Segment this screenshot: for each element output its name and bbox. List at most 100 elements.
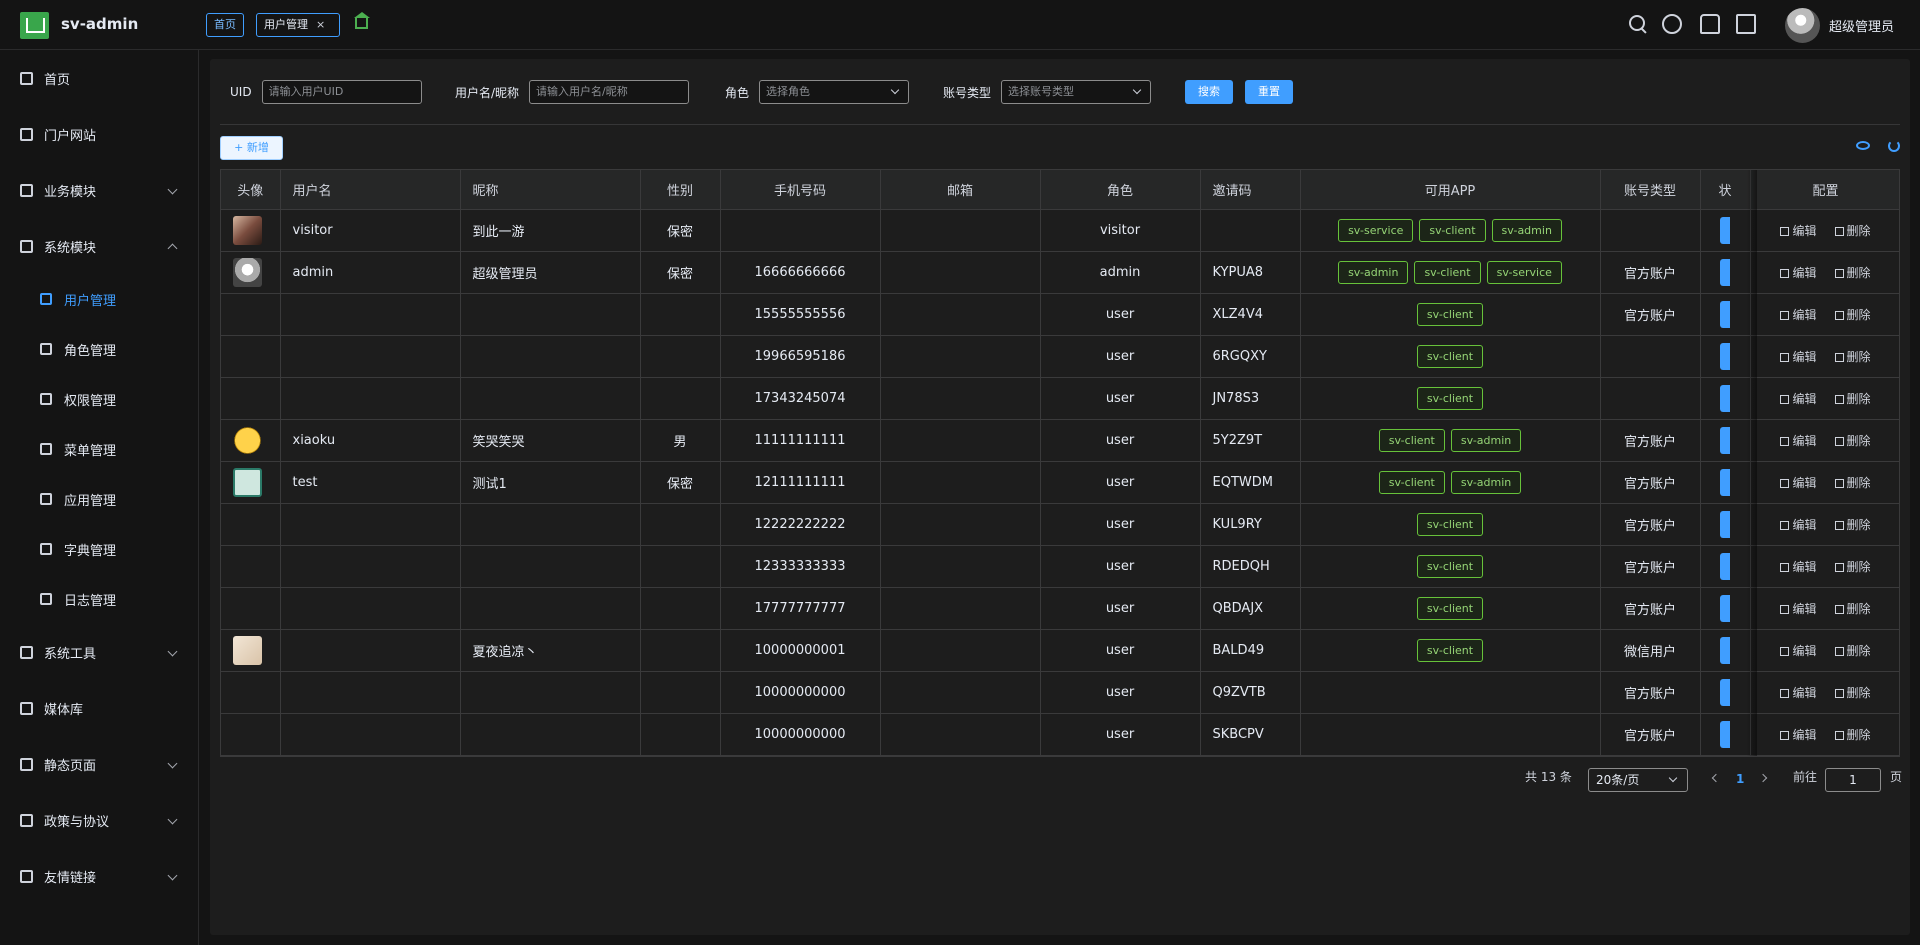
edit-icon <box>1780 604 1790 614</box>
status-switch[interactable] <box>1720 384 1730 412</box>
delete-button[interactable]: 删除 <box>1834 264 1871 281</box>
delete-button[interactable]: 删除 <box>1834 726 1871 743</box>
phone: 10000000001 <box>754 642 846 658</box>
edit-label: 编辑 <box>1792 307 1817 322</box>
table-header-cell: 邮箱 <box>880 170 1041 210</box>
status-switch[interactable] <box>1720 552 1730 580</box>
table-cell <box>1600 209 1701 252</box>
sidebar-item-links[interactable]: 友情链接 <box>0 848 198 904</box>
delete-button[interactable]: 删除 <box>1834 474 1871 491</box>
status-switch[interactable] <box>1720 468 1730 496</box>
edit-button[interactable]: 编辑 <box>1780 390 1817 407</box>
sidebar-subitem-dictionary[interactable]: 字典管理 <box>0 524 198 574</box>
role-select[interactable]: 选择角色 <box>759 80 910 104</box>
fullscreen-icon[interactable] <box>1736 14 1756 34</box>
delete-button[interactable]: 删除 <box>1834 306 1871 323</box>
current-user-name[interactable]: 超级管理员 <box>1829 16 1894 35</box>
edit-button[interactable]: 编辑 <box>1780 558 1817 575</box>
app-tag: sv-client <box>1416 386 1484 410</box>
sidebar-subitem-roles[interactable]: 角色管理 <box>0 324 198 374</box>
status-switch[interactable] <box>1720 510 1730 538</box>
edit-button[interactable]: 编辑 <box>1780 642 1817 659</box>
delete-button[interactable]: 删除 <box>1834 348 1871 365</box>
delete-button[interactable]: 删除 <box>1834 222 1871 239</box>
sidebar-item-business[interactable]: 业务模块 <box>0 162 198 218</box>
delete-label: 删除 <box>1846 727 1871 742</box>
delete-button[interactable]: 删除 <box>1834 558 1871 575</box>
table-cell: user <box>1040 503 1201 546</box>
edit-button[interactable]: 编辑 <box>1780 348 1817 365</box>
page-size-select[interactable]: 20条/页 <box>1588 768 1688 792</box>
status-switch[interactable] <box>1720 720 1730 748</box>
prev-page-icon[interactable] <box>1711 773 1721 783</box>
account-type-select[interactable]: 选择账号类型 <box>1001 80 1152 104</box>
status-switch[interactable] <box>1720 300 1730 328</box>
status-switch[interactable] <box>1720 216 1730 244</box>
edit-button[interactable]: 编辑 <box>1780 516 1817 533</box>
edit-button[interactable]: 编辑 <box>1780 684 1817 701</box>
delete-button[interactable]: 删除 <box>1834 390 1871 407</box>
next-page-icon[interactable] <box>1758 773 1768 783</box>
eye-icon[interactable] <box>1856 141 1870 150</box>
search-button[interactable]: 搜索 <box>1185 80 1233 104</box>
table-cell: 16666666666 <box>720 251 881 294</box>
table-cell <box>221 251 281 294</box>
status-switch[interactable] <box>1720 678 1730 706</box>
status-switch[interactable] <box>1720 342 1730 370</box>
edit-button[interactable]: 编辑 <box>1780 264 1817 281</box>
uid-input[interactable]: 请输入用户UID <box>261 80 422 104</box>
sidebar-item-tools[interactable]: 系统工具 <box>0 624 198 680</box>
status-switch[interactable] <box>1720 594 1730 622</box>
delete-button[interactable]: 删除 <box>1834 600 1871 617</box>
sidebar-subitem-apps[interactable]: 应用管理 <box>0 474 198 524</box>
sidebar-item-media[interactable]: 媒体库 <box>0 680 198 736</box>
table-cell: 12333333333 <box>720 545 881 588</box>
goto-page-input[interactable]: 1 <box>1825 768 1881 792</box>
avatar[interactable] <box>1785 8 1820 43</box>
sidebar-item-home[interactable]: 首页 <box>0 50 198 106</box>
github-icon[interactable] <box>1662 14 1682 34</box>
delete-button[interactable]: 删除 <box>1834 432 1871 449</box>
table-cell <box>1600 377 1701 420</box>
home-icon[interactable] <box>354 12 370 29</box>
theme-shirt-icon[interactable] <box>1700 14 1720 34</box>
app-tag: sv-service <box>1486 260 1562 284</box>
edit-button[interactable]: 编辑 <box>1780 726 1817 743</box>
sidebar-subitem-menus[interactable]: 菜单管理 <box>0 424 198 474</box>
search-icon[interactable] <box>1628 14 1648 34</box>
status-switch[interactable] <box>1720 636 1730 664</box>
status-switch[interactable] <box>1720 426 1730 454</box>
name-input[interactable]: 请输入用户名/昵称 <box>529 80 690 104</box>
sidebar-subitem-users[interactable]: 用户管理 <box>0 274 198 324</box>
sidebar-item-portal[interactable]: 门户网站 <box>0 106 198 162</box>
add-user-button[interactable]: + 新增 <box>220 136 283 160</box>
app-tag: sv-client <box>1416 638 1484 662</box>
edit-button[interactable]: 编辑 <box>1780 222 1817 239</box>
table-header-row: 头像 用户名 昵称 性别 手机号码 邮箱 角色 邀请码 可用APP 账号类型状配置 <box>221 170 1899 210</box>
table-cell <box>460 377 641 420</box>
sidebar-subitem-permissions[interactable]: 权限管理 <box>0 374 198 424</box>
tab-user-management[interactable]: 用户管理 × <box>256 13 340 37</box>
phone: 12333333333 <box>754 558 846 574</box>
tab-home[interactable]: 首页 <box>206 13 244 37</box>
current-page[interactable]: 1 <box>1736 772 1744 786</box>
reset-button[interactable]: 重置 <box>1245 80 1293 104</box>
account-type: 微信用户 <box>1623 644 1676 660</box>
delete-button[interactable]: 删除 <box>1834 642 1871 659</box>
sidebar-item-system[interactable]: 系统模块 <box>0 218 198 274</box>
edit-button[interactable]: 编辑 <box>1780 600 1817 617</box>
sidebar-item-policies[interactable]: 政策与协议 <box>0 792 198 848</box>
status-switch[interactable] <box>1720 258 1730 286</box>
edit-button[interactable]: 编辑 <box>1780 474 1817 491</box>
delete-button[interactable]: 删除 <box>1834 684 1871 701</box>
edit-button[interactable]: 编辑 <box>1780 432 1817 449</box>
sidebar-subitem-logs[interactable]: 日志管理 <box>0 574 198 624</box>
app-tag: sv-client <box>1416 554 1484 578</box>
edit-button[interactable]: 编辑 <box>1780 306 1817 323</box>
sidebar-item-static-pages[interactable]: 静态页面 <box>0 736 198 792</box>
close-icon[interactable]: × <box>316 18 325 31</box>
delete-label: 删除 <box>1846 685 1871 700</box>
table-row: 15555555556 user XLZ4V4 sv-client 官方账户 编辑 删除 <box>221 293 1899 336</box>
delete-button[interactable]: 删除 <box>1834 516 1871 533</box>
refresh-icon[interactable] <box>1888 140 1900 152</box>
